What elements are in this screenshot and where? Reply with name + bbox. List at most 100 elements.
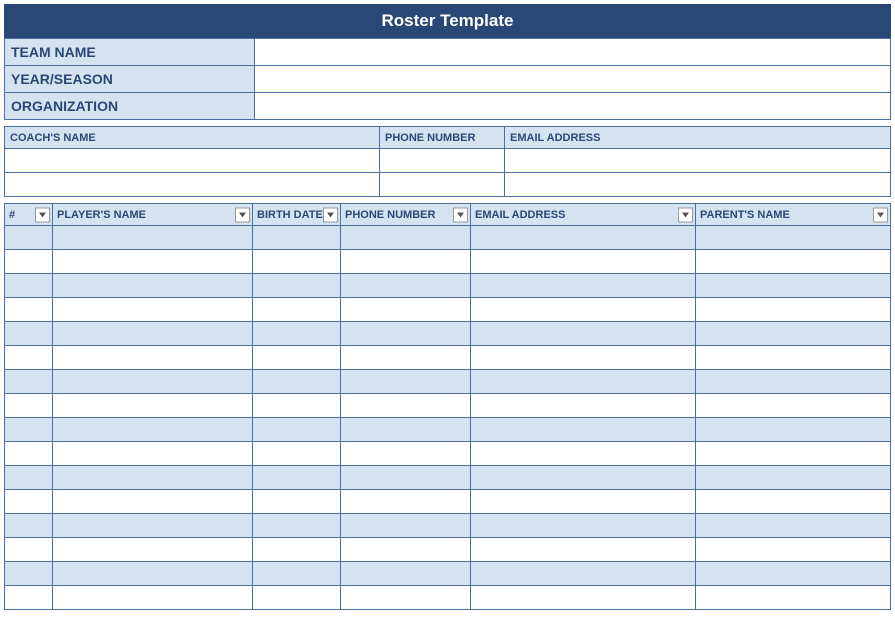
- player-phone-cell[interactable]: [341, 226, 471, 250]
- player-email-cell[interactable]: [471, 226, 696, 250]
- player-birth-cell[interactable]: [253, 514, 341, 538]
- player-num-cell[interactable]: [5, 562, 53, 586]
- player-birth-cell[interactable]: [253, 466, 341, 490]
- team-name-value[interactable]: [255, 39, 891, 66]
- player-num-cell[interactable]: [5, 370, 53, 394]
- player-phone-cell[interactable]: [341, 322, 471, 346]
- player-phone-cell[interactable]: [341, 418, 471, 442]
- player-birth-cell[interactable]: [253, 586, 341, 610]
- player-name-cell[interactable]: [53, 466, 253, 490]
- player-num-cell[interactable]: [5, 394, 53, 418]
- player-name-cell[interactable]: [53, 346, 253, 370]
- filter-button-num[interactable]: [35, 207, 50, 222]
- player-num-cell[interactable]: [5, 274, 53, 298]
- player-parent-cell[interactable]: [696, 394, 891, 418]
- player-parent-cell[interactable]: [696, 418, 891, 442]
- player-birth-cell[interactable]: [253, 274, 341, 298]
- player-num-cell[interactable]: [5, 346, 53, 370]
- player-birth-cell[interactable]: [253, 250, 341, 274]
- player-birth-cell[interactable]: [253, 346, 341, 370]
- player-email-cell[interactable]: [471, 442, 696, 466]
- player-num-cell[interactable]: [5, 514, 53, 538]
- player-num-cell[interactable]: [5, 586, 53, 610]
- player-phone-cell[interactable]: [341, 562, 471, 586]
- player-email-cell[interactable]: [471, 370, 696, 394]
- player-num-cell[interactable]: [5, 442, 53, 466]
- player-birth-cell[interactable]: [253, 490, 341, 514]
- player-phone-cell[interactable]: [341, 274, 471, 298]
- player-name-cell[interactable]: [53, 298, 253, 322]
- player-name-cell[interactable]: [53, 250, 253, 274]
- player-parent-cell[interactable]: [696, 250, 891, 274]
- player-num-cell[interactable]: [5, 466, 53, 490]
- player-email-cell[interactable]: [471, 298, 696, 322]
- player-num-cell[interactable]: [5, 490, 53, 514]
- player-name-cell[interactable]: [53, 322, 253, 346]
- player-email-cell[interactable]: [471, 514, 696, 538]
- player-phone-cell[interactable]: [341, 298, 471, 322]
- player-num-cell[interactable]: [5, 322, 53, 346]
- coach-phone-cell[interactable]: [380, 149, 505, 173]
- player-parent-cell[interactable]: [696, 466, 891, 490]
- player-parent-cell[interactable]: [696, 226, 891, 250]
- filter-button-email[interactable]: [678, 207, 693, 222]
- player-name-cell[interactable]: [53, 394, 253, 418]
- player-num-cell[interactable]: [5, 538, 53, 562]
- filter-button-birth[interactable]: [323, 207, 338, 222]
- player-email-cell[interactable]: [471, 322, 696, 346]
- player-birth-cell[interactable]: [253, 538, 341, 562]
- organization-value[interactable]: [255, 93, 891, 120]
- player-name-cell[interactable]: [53, 490, 253, 514]
- coach-email-cell[interactable]: [505, 173, 891, 197]
- player-email-cell[interactable]: [471, 394, 696, 418]
- player-parent-cell[interactable]: [696, 442, 891, 466]
- player-email-cell[interactable]: [471, 562, 696, 586]
- player-num-cell[interactable]: [5, 250, 53, 274]
- player-phone-cell[interactable]: [341, 586, 471, 610]
- player-name-cell[interactable]: [53, 562, 253, 586]
- player-phone-cell[interactable]: [341, 490, 471, 514]
- player-phone-cell[interactable]: [341, 250, 471, 274]
- player-birth-cell[interactable]: [253, 298, 341, 322]
- filter-button-phone[interactable]: [453, 207, 468, 222]
- player-birth-cell[interactable]: [253, 226, 341, 250]
- player-phone-cell[interactable]: [341, 442, 471, 466]
- player-num-cell[interactable]: [5, 298, 53, 322]
- player-parent-cell[interactable]: [696, 586, 891, 610]
- player-parent-cell[interactable]: [696, 490, 891, 514]
- player-phone-cell[interactable]: [341, 370, 471, 394]
- player-email-cell[interactable]: [471, 586, 696, 610]
- player-email-cell[interactable]: [471, 346, 696, 370]
- player-name-cell[interactable]: [53, 274, 253, 298]
- player-email-cell[interactable]: [471, 538, 696, 562]
- player-parent-cell[interactable]: [696, 562, 891, 586]
- player-phone-cell[interactable]: [341, 466, 471, 490]
- player-birth-cell[interactable]: [253, 418, 341, 442]
- player-birth-cell[interactable]: [253, 562, 341, 586]
- player-parent-cell[interactable]: [696, 298, 891, 322]
- player-phone-cell[interactable]: [341, 394, 471, 418]
- player-email-cell[interactable]: [471, 250, 696, 274]
- player-name-cell[interactable]: [53, 514, 253, 538]
- player-parent-cell[interactable]: [696, 346, 891, 370]
- player-birth-cell[interactable]: [253, 322, 341, 346]
- player-phone-cell[interactable]: [341, 514, 471, 538]
- coach-email-cell[interactable]: [505, 149, 891, 173]
- player-num-cell[interactable]: [5, 418, 53, 442]
- player-name-cell[interactable]: [53, 370, 253, 394]
- coach-name-cell[interactable]: [5, 149, 380, 173]
- player-parent-cell[interactable]: [696, 322, 891, 346]
- coach-phone-cell[interactable]: [380, 173, 505, 197]
- player-name-cell[interactable]: [53, 226, 253, 250]
- player-email-cell[interactable]: [471, 274, 696, 298]
- year-season-value[interactable]: [255, 66, 891, 93]
- player-name-cell[interactable]: [53, 418, 253, 442]
- filter-button-name[interactable]: [235, 207, 250, 222]
- coach-name-cell[interactable]: [5, 173, 380, 197]
- player-name-cell[interactable]: [53, 586, 253, 610]
- player-parent-cell[interactable]: [696, 538, 891, 562]
- player-email-cell[interactable]: [471, 466, 696, 490]
- player-parent-cell[interactable]: [696, 514, 891, 538]
- player-birth-cell[interactable]: [253, 370, 341, 394]
- player-parent-cell[interactable]: [696, 370, 891, 394]
